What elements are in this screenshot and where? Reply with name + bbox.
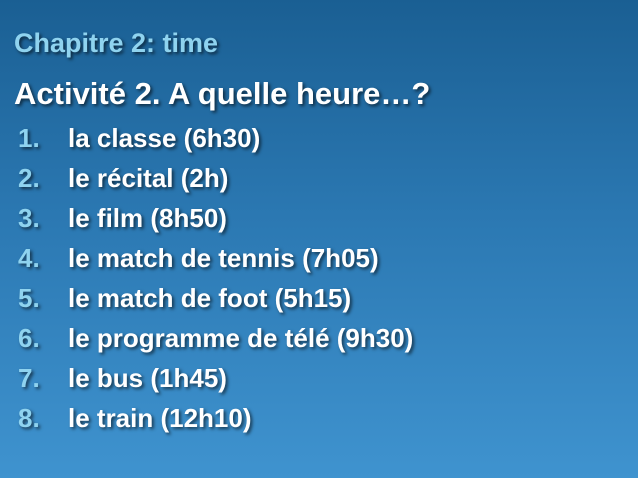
list-item: 2. le récital (2h) [18,158,413,198]
list-number: 3. [18,202,40,233]
list-number: 7. [18,362,40,393]
list-text: le film (8h50) [68,202,227,233]
list-number: 2. [18,162,40,193]
list-number: 5. [18,282,40,313]
list-text: le match de tennis (7h05) [68,242,379,273]
list-item: 1. la classe (6h30) [18,118,413,158]
list-text: le bus (1h45) [68,362,227,393]
list-number: 4. [18,242,40,273]
list-item: 6. le programme de télé (9h30) [18,318,413,358]
list-text: le programme de télé (9h30) [68,322,414,353]
list-text: le match de foot (5h15) [68,282,352,313]
list-item: 3. le film (8h50) [18,198,413,238]
list-item: 7. le bus (1h45) [18,358,413,398]
list-text: le train (12h10) [68,402,252,433]
list-text: la classe (6h30) [68,122,261,153]
activity-list: 1. la classe (6h30) 2. le récital (2h) 3… [18,118,413,438]
list-text: le récital (2h) [68,162,229,193]
list-number: 8. [18,402,40,433]
list-item: 5. le match de foot (5h15) [18,278,413,318]
list-item: 4. le match de tennis (7h05) [18,238,413,278]
list-item: 8. le train (12h10) [18,398,413,438]
activity-heading: Activité 2. A quelle heure…? [14,76,431,111]
list-number: 1. [18,122,40,153]
slide-title: Chapitre 2: time [14,28,219,58]
list-number: 6. [18,322,40,353]
